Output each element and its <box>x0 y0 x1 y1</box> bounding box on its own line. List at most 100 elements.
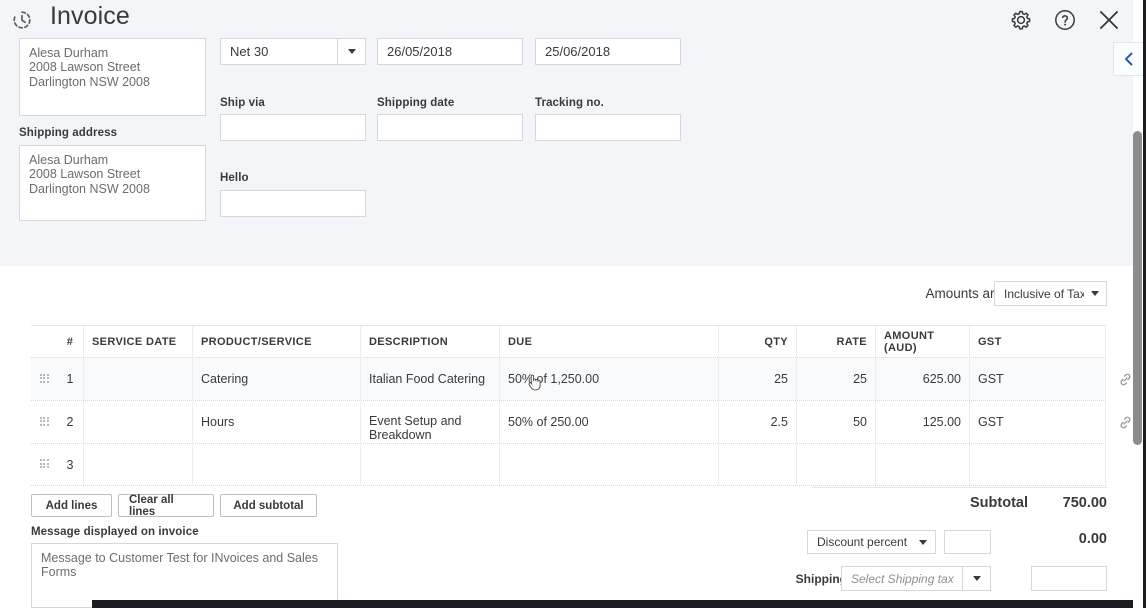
chevron-left-icon <box>1124 52 1132 66</box>
shipping-label: Shipping <box>795 572 847 586</box>
row-description[interactable] <box>361 444 500 485</box>
history-icon[interactable] <box>8 6 36 34</box>
add-subtotal-button[interactable]: Add subtotal <box>220 494 317 517</box>
window-bottom-edge <box>92 600 1133 608</box>
row-number: 1 <box>57 358 84 400</box>
shipping-amount-input[interactable] <box>1031 566 1107 591</box>
row-description[interactable]: Event Setup and Breakdown <box>361 401 500 443</box>
tracking-no-field[interactable] <box>535 114 681 141</box>
table-header-row: # SERVICE DATE PRODUCT/SERVICE DESCRIPTI… <box>31 325 1145 357</box>
hello-label: Hello <box>220 172 249 184</box>
page-title: Invoice <box>50 2 130 30</box>
shipping-date-label: Shipping date <box>377 97 455 109</box>
vertical-scrollbar-thumb[interactable] <box>1133 131 1142 445</box>
row-due[interactable]: 50% of 250.00 <box>500 401 719 443</box>
link-icon <box>1120 373 1130 385</box>
message-field[interactable]: Message to Customer Test for INvoices an… <box>31 543 338 608</box>
header-num: # <box>57 326 84 357</box>
row-description[interactable]: Italian Food Catering <box>361 358 500 400</box>
row-amount[interactable]: 625.00 <box>876 358 970 400</box>
hello-field[interactable] <box>220 190 366 217</box>
row-gst[interactable]: GST <box>970 401 1106 443</box>
table-row[interactable]: 3 <box>31 443 1145 486</box>
row-description-text: Event Setup and Breakdown <box>369 413 462 442</box>
amounts-are-value: Inclusive of Tax <box>1004 286 1084 301</box>
row-number: 3 <box>57 444 84 485</box>
discount-value: 0.00 <box>1078 531 1107 547</box>
titlebar: Invoice <box>0 0 1133 40</box>
row-gst[interactable] <box>970 444 1106 485</box>
row-service-date[interactable] <box>84 444 193 485</box>
row-rate[interactable]: 50 <box>797 401 876 443</box>
chevron-down-icon <box>962 567 990 590</box>
row-rate[interactable] <box>797 444 876 485</box>
ship-via-label: Ship via <box>220 97 265 109</box>
shipping-address-field[interactable]: Alesa Durham 2008 Lawson Street Darlingt… <box>19 145 206 221</box>
row-drag-handle[interactable] <box>31 444 57 485</box>
header-amount: AMOUNT (AUD) <box>876 326 970 357</box>
subtotal-label: Subtotal <box>970 495 1028 511</box>
drag-handle-icon <box>39 373 49 385</box>
header-rate: RATE <box>797 326 876 357</box>
row-product-service[interactable]: Catering <box>193 358 361 400</box>
collapse-panel-button[interactable] <box>1113 42 1143 76</box>
row-gst[interactable]: GST <box>970 358 1106 400</box>
header-gst: GST <box>970 326 1106 357</box>
terms-value: Net 30 <box>230 44 269 59</box>
discount-type-select[interactable]: Discount percent <box>807 530 936 554</box>
header-description: DESCRIPTION <box>361 326 500 357</box>
clear-all-lines-button[interactable]: Clear all lines <box>118 494 214 518</box>
row-drag-handle[interactable] <box>31 401 57 443</box>
header-service-date: SERVICE DATE <box>84 326 193 357</box>
chevron-down-icon <box>337 39 365 64</box>
drag-handle-icon <box>39 459 49 470</box>
row-amount[interactable] <box>876 444 970 485</box>
terms-select[interactable]: Net 30 <box>220 38 366 65</box>
totals-divider <box>812 487 1107 488</box>
row-qty[interactable] <box>719 444 797 485</box>
table-row[interactable]: 1 Catering Italian Food Catering 50% of … <box>31 357 1145 400</box>
invoice-date-field[interactable] <box>377 38 523 65</box>
drag-handle-icon <box>39 416 49 428</box>
close-icon[interactable] <box>1095 6 1123 34</box>
line-items-table: # SERVICE DATE PRODUCT/SERVICE DESCRIPTI… <box>31 325 1145 486</box>
header-product-service: PRODUCT/SERVICE <box>193 326 361 357</box>
shipping-address-label: Shipping address <box>19 127 118 139</box>
row-qty[interactable]: 2.5 <box>719 401 797 443</box>
ship-via-field[interactable] <box>220 114 366 141</box>
row-qty[interactable]: 25 <box>719 358 797 400</box>
titlebar-icons <box>1007 6 1123 34</box>
amounts-are-select[interactable]: Inclusive of Tax <box>994 281 1107 306</box>
message-label: Message displayed on invoice <box>31 526 199 538</box>
gear-icon[interactable] <box>1007 6 1035 34</box>
shipping-tax-placeholder: Select Shipping tax <box>851 571 954 586</box>
header-qty: QTY <box>719 326 797 357</box>
row-product-service[interactable]: Hours <box>193 401 361 443</box>
shipping-date-field[interactable] <box>377 114 523 141</box>
row-service-date[interactable] <box>84 358 193 400</box>
due-date-field[interactable] <box>535 38 681 65</box>
billing-address-field[interactable]: Alesa Durham 2008 Lawson Street Darlingt… <box>19 38 206 116</box>
shipping-tax-select[interactable]: Select Shipping tax <box>841 566 991 591</box>
link-icon <box>1120 416 1130 428</box>
invoice-header-panel: Invoice Alesa Durham 2008 Lawson Street … <box>0 0 1133 266</box>
table-row[interactable]: 2 Hours Event Setup and Breakdown 50% of… <box>31 400 1145 443</box>
row-drag-handle[interactable] <box>31 358 57 400</box>
subtotal-value: 750.00 <box>1062 495 1107 511</box>
row-due[interactable]: 50% of 1,250.00 <box>500 358 719 400</box>
amounts-are-label: Amounts are <box>925 286 1002 301</box>
discount-percent-input[interactable] <box>944 530 991 554</box>
header-due: DUE <box>500 326 719 357</box>
chevron-down-icon <box>1084 282 1106 305</box>
discount-type-value: Discount percent <box>817 535 908 549</box>
row-product-service[interactable] <box>193 444 361 485</box>
row-service-date[interactable] <box>84 401 193 443</box>
help-icon[interactable] <box>1051 6 1079 34</box>
row-rate[interactable]: 25 <box>797 358 876 400</box>
header-handle-spacer <box>31 326 57 357</box>
row-due[interactable] <box>500 444 719 485</box>
row-amount[interactable]: 125.00 <box>876 401 970 443</box>
invoice-window: Invoice Alesa Durham 2008 Lawson Street … <box>0 0 1146 608</box>
chevron-down-icon <box>911 531 935 553</box>
add-lines-button[interactable]: Add lines <box>31 494 112 517</box>
